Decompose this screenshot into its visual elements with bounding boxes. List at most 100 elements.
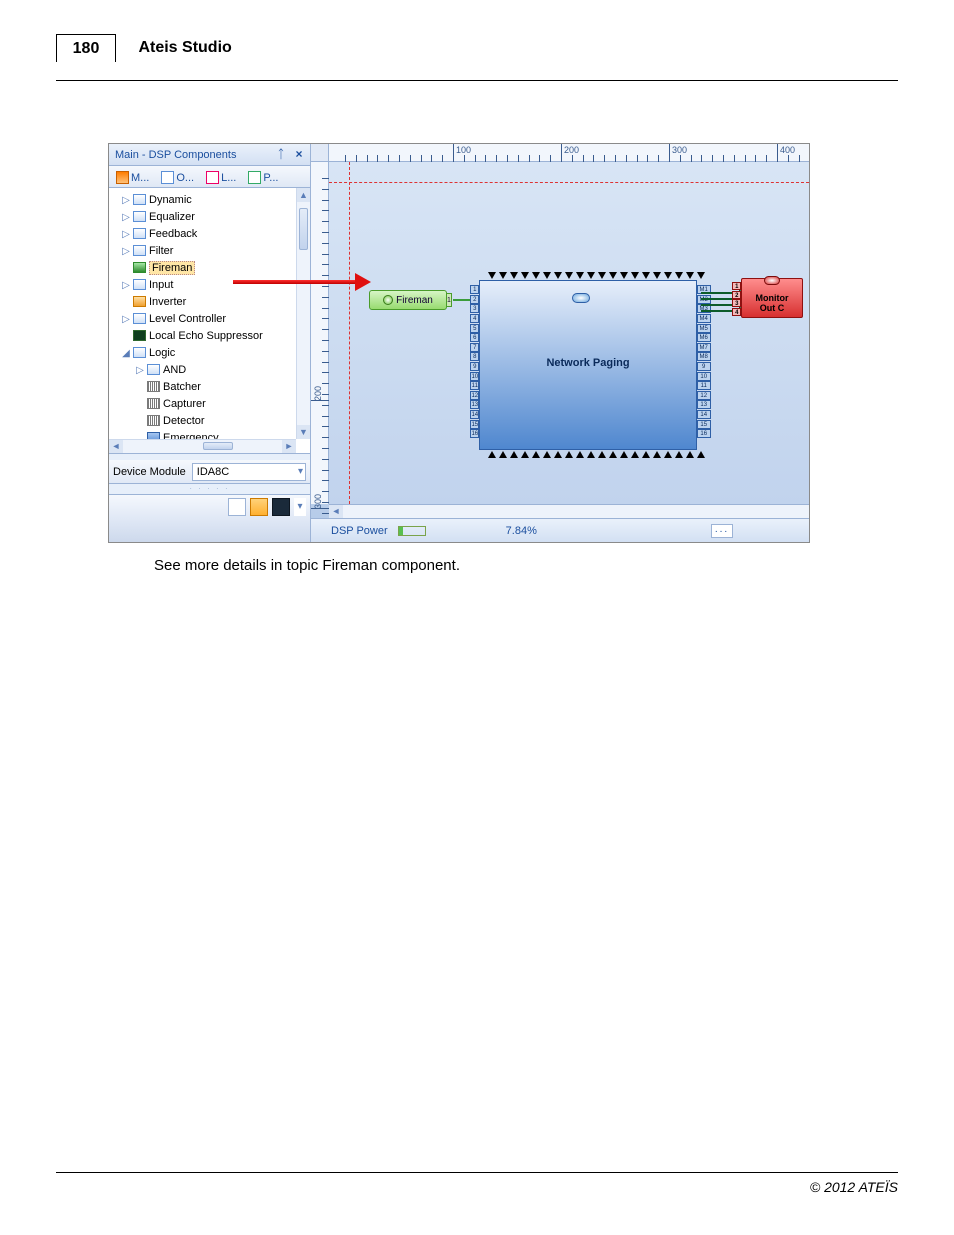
tree-vscrollbar[interactable]: ▲ ▼ (296, 188, 310, 439)
node-monitor-out[interactable]: 1234 Monitor Out C (741, 278, 803, 318)
callout-arrow (233, 280, 357, 284)
fireman-out-port[interactable]: 1 (446, 293, 452, 307)
port[interactable]: 14 (697, 410, 711, 419)
tab-p[interactable]: P... (245, 169, 281, 187)
tree-item[interactable]: ▷AND (135, 362, 310, 379)
expand-icon[interactable] (135, 414, 145, 430)
tree-item-label: Detector (163, 415, 205, 427)
tool-icon-1[interactable] (228, 498, 246, 516)
expand-icon[interactable] (135, 380, 145, 396)
port[interactable]: 13 (470, 400, 479, 409)
tool-icon-3[interactable] (272, 498, 290, 516)
design-canvas[interactable]: 100200300400 200300 Fireman 1 Network Pa… (311, 144, 809, 518)
port[interactable]: 11 (470, 381, 479, 390)
tree-item[interactable]: Local Echo Suppressor (121, 328, 310, 345)
expand-icon[interactable]: ▷ (121, 244, 131, 260)
expand-icon[interactable]: ◢ (121, 346, 131, 362)
tool-dropdown-icon[interactable]: ▾ (294, 498, 306, 516)
port[interactable]: 2 (732, 291, 741, 299)
component-tree[interactable]: ▷Dynamic▷Equalizer▷Feedback▷Filter Firem… (109, 188, 310, 454)
port[interactable]: M5 (697, 324, 711, 333)
close-icon[interactable]: × (292, 147, 306, 161)
tree-item-icon (133, 296, 146, 307)
port[interactable]: 8 (470, 352, 479, 361)
port[interactable]: M8 (697, 352, 711, 361)
expand-icon[interactable]: ▷ (135, 363, 145, 379)
port[interactable]: 14 (470, 410, 479, 419)
tree-item[interactable]: Capturer (135, 396, 310, 413)
panel-title-text: Main - DSP Components (115, 149, 236, 161)
tool-icon-2[interactable] (250, 498, 268, 516)
expand-icon[interactable] (135, 397, 145, 413)
tree-item-label: Equalizer (149, 211, 195, 223)
scroll-up-icon[interactable]: ▲ (297, 188, 310, 202)
port[interactable]: 4 (470, 314, 479, 323)
tab-m[interactable]: M... (113, 169, 152, 187)
tab-l[interactable]: L... (203, 169, 239, 187)
port[interactable]: 11 (697, 381, 711, 390)
np-arrows-bottom (486, 451, 706, 458)
tree-item[interactable]: ▷Filter (121, 243, 310, 260)
device-module-select[interactable]: IDA8C (192, 463, 306, 481)
panel-grip[interactable]: · · · · · (109, 484, 310, 494)
port[interactable]: M7 (697, 343, 711, 352)
expand-icon[interactable]: ▷ (121, 210, 131, 226)
hscroll-left-icon[interactable]: ◄ (109, 440, 123, 454)
tree-item[interactable]: ▷Level Controller (121, 311, 310, 328)
expand-icon[interactable] (121, 261, 131, 277)
port[interactable]: 10 (470, 372, 479, 381)
scroll-thumb[interactable] (299, 208, 308, 250)
pin-icon[interactable]: ᛏ (274, 147, 288, 161)
node-fireman[interactable]: Fireman 1 (369, 290, 447, 310)
tree-item[interactable]: ▷Dynamic (121, 192, 310, 209)
port[interactable]: 13 (697, 400, 711, 409)
port[interactable]: 12 (697, 391, 711, 400)
port[interactable]: M6 (697, 333, 711, 342)
tree-item-label: Fireman (149, 261, 195, 275)
port[interactable]: 3 (732, 299, 741, 307)
canvas-scroll-left-icon[interactable]: ◄ (329, 505, 343, 519)
tree-hscrollbar[interactable]: ◄ ► (109, 439, 296, 453)
expand-icon[interactable]: ▷ (121, 227, 131, 243)
tree-item[interactable]: Batcher (135, 379, 310, 396)
expand-icon[interactable] (121, 295, 131, 311)
hscroll-right-icon[interactable]: ► (282, 440, 296, 454)
tree-item[interactable]: Fireman (121, 260, 310, 277)
expand-icon[interactable]: ▷ (121, 278, 131, 294)
design-surface[interactable]: Fireman 1 Network Paging 123456789101112… (329, 162, 809, 504)
expand-icon[interactable]: ▷ (121, 312, 131, 328)
port[interactable]: 1 (470, 285, 479, 294)
expand-icon[interactable] (121, 329, 131, 345)
port[interactable]: 15 (697, 420, 711, 429)
tab-p-label: P... (263, 172, 278, 184)
scroll-down-icon[interactable]: ▼ (297, 425, 310, 439)
port[interactable]: 9 (470, 362, 479, 371)
port[interactable]: 2 (470, 295, 479, 304)
canvas-hscrollbar[interactable]: ◄ (329, 504, 809, 518)
tab-o[interactable]: O... (158, 169, 197, 187)
port[interactable]: 5 (470, 324, 479, 333)
tree-item-label: Inverter (149, 296, 186, 308)
hscroll-thumb[interactable] (203, 442, 233, 450)
tree-item[interactable]: ◢Logic (121, 345, 310, 362)
tab-m-icon (116, 171, 129, 184)
tree-item[interactable]: ▷Feedback (121, 226, 310, 243)
node-network-paging[interactable]: Network Paging 12345678910111213141516 M… (479, 280, 697, 450)
port[interactable]: 4 (732, 308, 741, 316)
port[interactable]: 15 (470, 420, 479, 429)
port[interactable]: 9 (697, 362, 711, 371)
tree-item[interactable]: ▷ Equalizer (121, 209, 310, 226)
port[interactable]: 7 (470, 343, 479, 352)
tree-item[interactable]: Inverter (121, 294, 310, 311)
port[interactable]: 16 (470, 429, 479, 438)
port[interactable]: 10 (697, 372, 711, 381)
tree-item[interactable]: Detector (135, 413, 310, 430)
port[interactable]: 3 (470, 304, 479, 313)
expand-icon[interactable]: ▷ (121, 193, 131, 209)
port[interactable]: 1 (732, 282, 741, 290)
port[interactable]: 12 (470, 391, 479, 400)
status-more-button[interactable]: ... (711, 524, 733, 538)
port[interactable]: 16 (697, 429, 711, 438)
tree-item-icon (147, 381, 160, 392)
port[interactable]: 6 (470, 333, 479, 342)
